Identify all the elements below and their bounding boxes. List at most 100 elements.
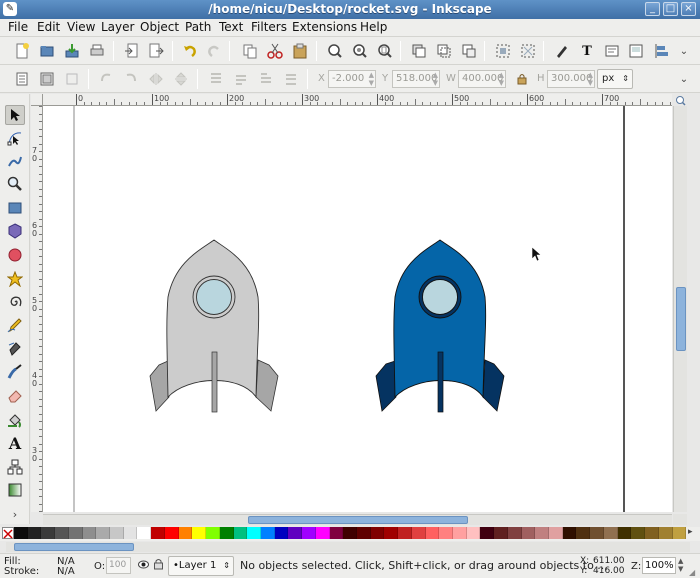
palette-swatch[interactable]: [137, 527, 152, 539]
spiral-tool-icon[interactable]: [5, 292, 25, 312]
horizontal-scrollbar[interactable]: [43, 514, 672, 525]
palette-swatch[interactable]: [288, 527, 303, 539]
star-tool-icon[interactable]: [5, 269, 25, 289]
copy-icon[interactable]: [240, 41, 260, 61]
ungroup-icon[interactable]: [518, 41, 538, 61]
palette-swatch[interactable]: [110, 527, 124, 539]
palette-swatch[interactable]: [247, 527, 261, 539]
palette-scroll-thumb[interactable]: [14, 543, 134, 551]
zoom-selection-icon[interactable]: [325, 41, 345, 61]
rocket-gray[interactable]: [149, 239, 279, 413]
layer-lock-icon[interactable]: [153, 558, 164, 573]
xml-editor-icon[interactable]: [602, 41, 622, 61]
raise-to-top-icon[interactable]: [206, 69, 226, 89]
text-font-icon[interactable]: T: [577, 41, 597, 61]
palette-swatch[interactable]: [617, 527, 632, 539]
menu-edit[interactable]: Edit: [37, 20, 60, 34]
zoom-corner-icon[interactable]: [675, 95, 686, 106]
palette-swatch[interactable]: [398, 527, 412, 539]
palette-swatch[interactable]: [521, 527, 536, 539]
palette-swatch[interactable]: [192, 527, 207, 539]
menu-object[interactable]: Object: [140, 20, 179, 34]
close-button[interactable]: ×: [681, 2, 696, 16]
save-icon[interactable]: [62, 41, 82, 61]
palette-swatch[interactable]: [302, 527, 316, 539]
h-input[interactable]: 300.000 ▲ ▼: [547, 70, 595, 88]
selector-tool-icon[interactable]: [5, 105, 25, 125]
lock-ratio-icon[interactable]: [512, 69, 532, 89]
node-tool-icon[interactable]: [5, 128, 25, 148]
select-all-layers-icon[interactable]: [37, 69, 57, 89]
horizontal-scroll-thumb[interactable]: [248, 516, 468, 524]
zoom-drawing-icon[interactable]: [350, 41, 370, 61]
duplicate-icon[interactable]: [409, 41, 429, 61]
palette-swatch[interactable]: [123, 527, 138, 539]
palette-swatch[interactable]: [96, 527, 111, 539]
rotate-cw-icon[interactable]: [121, 69, 141, 89]
menu-extensions[interactable]: Extensions: [292, 20, 357, 34]
palette-swatch[interactable]: [82, 527, 97, 539]
controls-overflow-chevron-icon[interactable]: ⌄: [674, 69, 694, 89]
palette-swatch[interactable]: [356, 527, 371, 539]
pencil-tool-icon[interactable]: [5, 315, 25, 335]
select-all-icon[interactable]: [12, 69, 32, 89]
menu-view[interactable]: View: [67, 20, 95, 34]
menu-layer[interactable]: Layer: [101, 20, 134, 34]
clone-icon[interactable]: [434, 41, 454, 61]
paint-bucket-tool-icon[interactable]: [5, 410, 25, 430]
palette-swatch[interactable]: [658, 527, 673, 539]
connector-tool-icon[interactable]: [5, 457, 25, 477]
import-icon[interactable]: [122, 41, 142, 61]
palette-menu-icon[interactable]: ▸: [688, 527, 693, 537]
palette-swatch[interactable]: [507, 527, 522, 539]
palette-swatch[interactable]: [672, 527, 687, 539]
y-input[interactable]: 518.000 ▲ ▼: [392, 70, 440, 88]
palette-swatch[interactable]: [68, 527, 83, 539]
palette-swatch[interactable]: [453, 527, 467, 539]
palette-swatch[interactable]: [151, 527, 165, 539]
toolbox-overflow-chevron-icon[interactable]: ›: [5, 504, 25, 524]
lower-to-bottom-icon[interactable]: [281, 69, 301, 89]
palette-swatch[interactable]: [315, 527, 330, 539]
zoom-input[interactable]: 100%: [642, 557, 676, 574]
minimize-button[interactable]: _: [645, 2, 660, 16]
menu-file[interactable]: File: [8, 20, 28, 34]
palette-swatch[interactable]: [439, 527, 453, 539]
palette-swatch[interactable]: [549, 527, 563, 539]
undo-icon[interactable]: [180, 41, 200, 61]
palette-swatch[interactable]: [164, 527, 179, 539]
horizontal-ruler[interactable]: 0 100 200 300 400 500 600 700: [43, 94, 672, 106]
menu-path[interactable]: Path: [185, 20, 211, 34]
export-icon[interactable]: [146, 41, 166, 61]
palette-swatch[interactable]: [466, 527, 481, 539]
print-icon[interactable]: [87, 41, 107, 61]
unit-select[interactable]: px ⇕: [597, 69, 633, 89]
canvas-svg[interactable]: [43, 106, 672, 512]
w-spinner-icon[interactable]: ▲ ▼: [499, 71, 504, 87]
zoom-tool-icon[interactable]: [5, 174, 25, 194]
gradient-tool-icon[interactable]: [5, 480, 25, 500]
palette-swatch[interactable]: [233, 527, 248, 539]
rectangle-tool-icon[interactable]: [5, 198, 25, 218]
h-spinner-icon[interactable]: ▲ ▼: [588, 71, 593, 87]
palette-swatch[interactable]: [562, 527, 577, 539]
menu-text[interactable]: Text: [219, 20, 243, 34]
text-tool-icon[interactable]: A: [5, 433, 25, 453]
lower-icon[interactable]: [256, 69, 276, 89]
maximize-button[interactable]: □: [663, 2, 678, 16]
x-input[interactable]: -2.000 ▲ ▼: [328, 70, 376, 88]
palette-swatch[interactable]: [178, 527, 193, 539]
redo-icon[interactable]: [204, 41, 224, 61]
palette-swatch[interactable]: [219, 527, 234, 539]
new-document-icon[interactable]: [12, 41, 32, 61]
palette-swatch[interactable]: [603, 527, 618, 539]
align-distribute-icon[interactable]: [652, 41, 672, 61]
pen-tool-icon[interactable]: [5, 339, 25, 359]
palette-scrollbar[interactable]: [6, 542, 690, 552]
palette-swatch[interactable]: [274, 527, 289, 539]
palette-swatch[interactable]: [343, 527, 357, 539]
3d-box-tool-icon[interactable]: [5, 221, 25, 241]
palette-swatch[interactable]: [411, 527, 426, 539]
w-input[interactable]: 400.000 ▲ ▼: [458, 70, 506, 88]
fill-stroke-icon[interactable]: [552, 41, 572, 61]
